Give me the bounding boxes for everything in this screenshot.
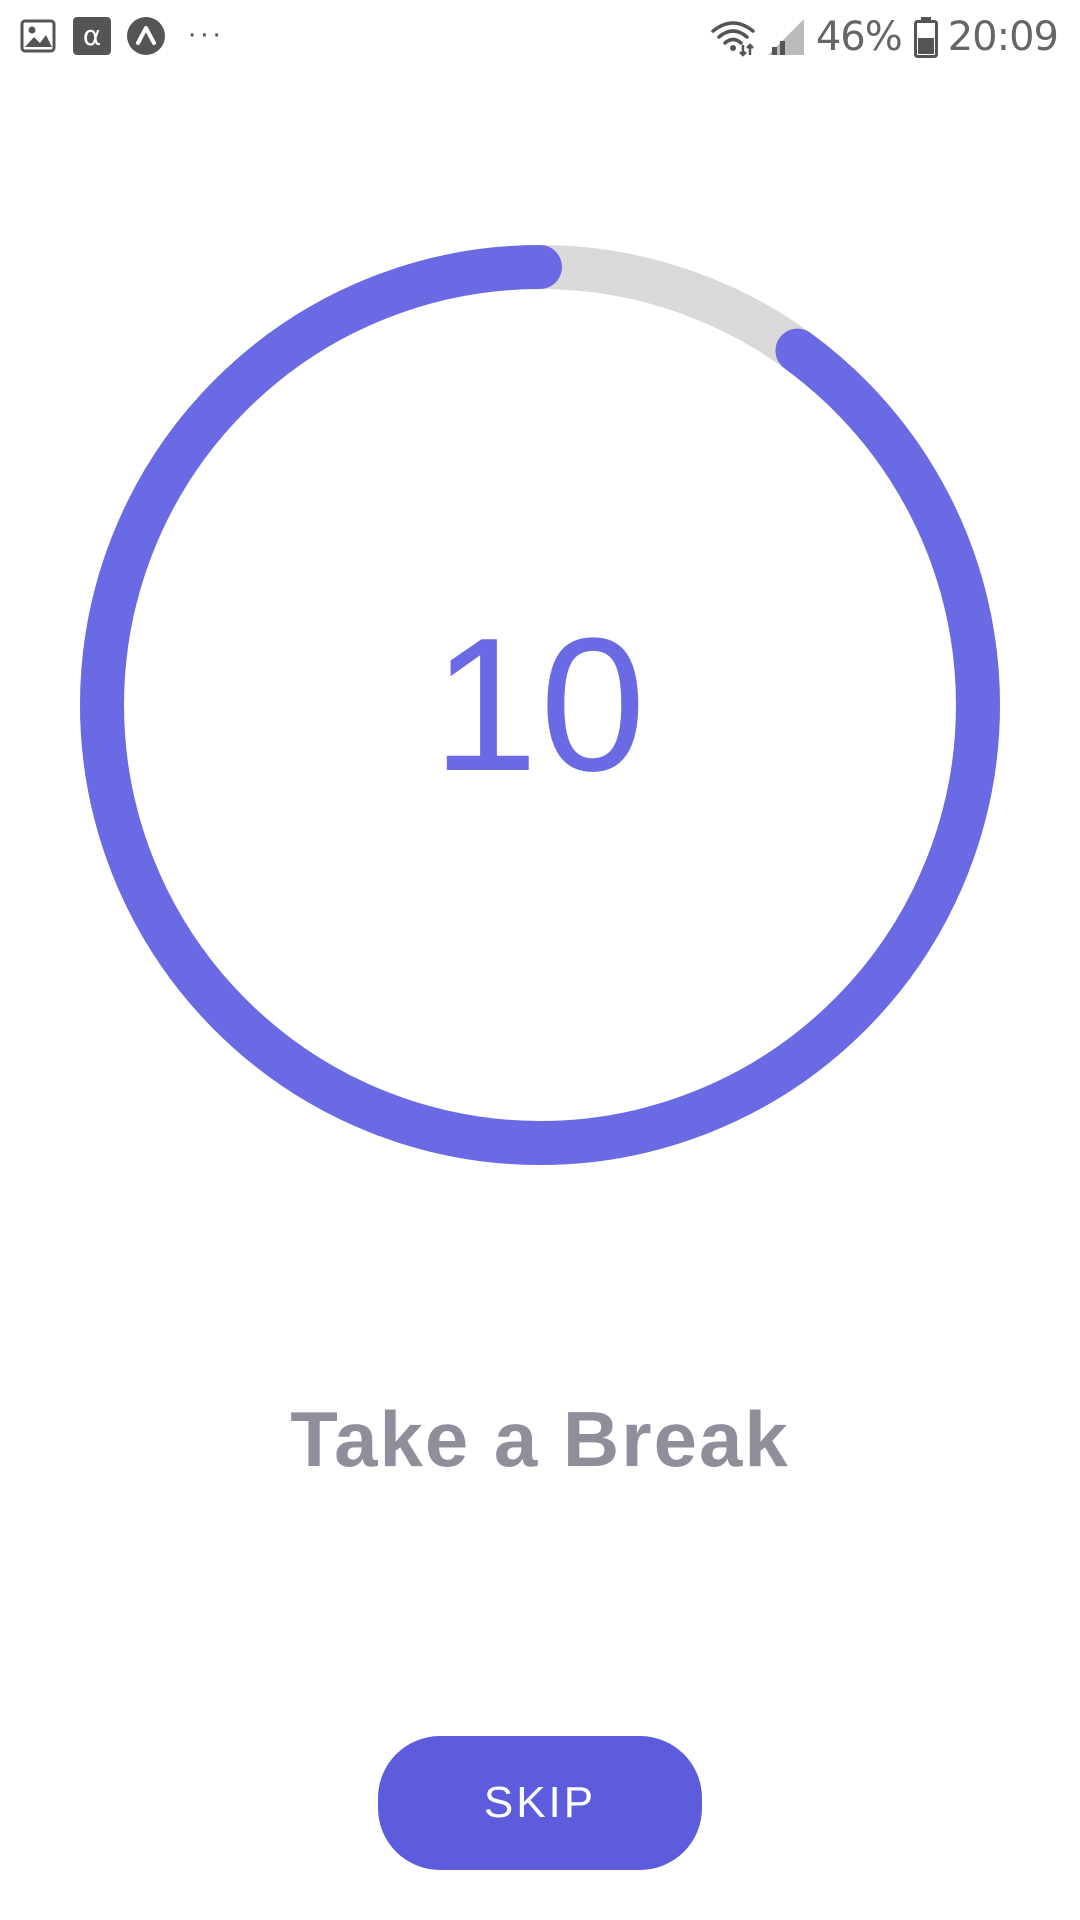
system-indicators: 46% 20:09: [710, 12, 1059, 62]
skip-button[interactable]: SKIP: [378, 1736, 702, 1870]
image-icon: [18, 16, 58, 56]
svg-text:α: α: [83, 19, 101, 52]
caret-up-circle-icon: [126, 16, 166, 56]
break-title: Take a Break: [290, 1395, 790, 1483]
alpha-icon: α: [72, 16, 112, 56]
battery-percentage: 46%: [815, 14, 903, 60]
more-notifications-indicator: ···: [188, 21, 225, 51]
status-bar: α ··· 46% 20:09: [0, 0, 1080, 76]
timer-value: 10: [432, 599, 648, 811]
notification-icons: α ···: [18, 14, 225, 58]
battery-icon: [913, 17, 938, 58]
countdown-timer: 10: [80, 245, 1000, 1165]
wifi-icon: [711, 21, 755, 57]
clock: 20:09: [947, 14, 1059, 60]
signal-icon: [767, 19, 804, 55]
